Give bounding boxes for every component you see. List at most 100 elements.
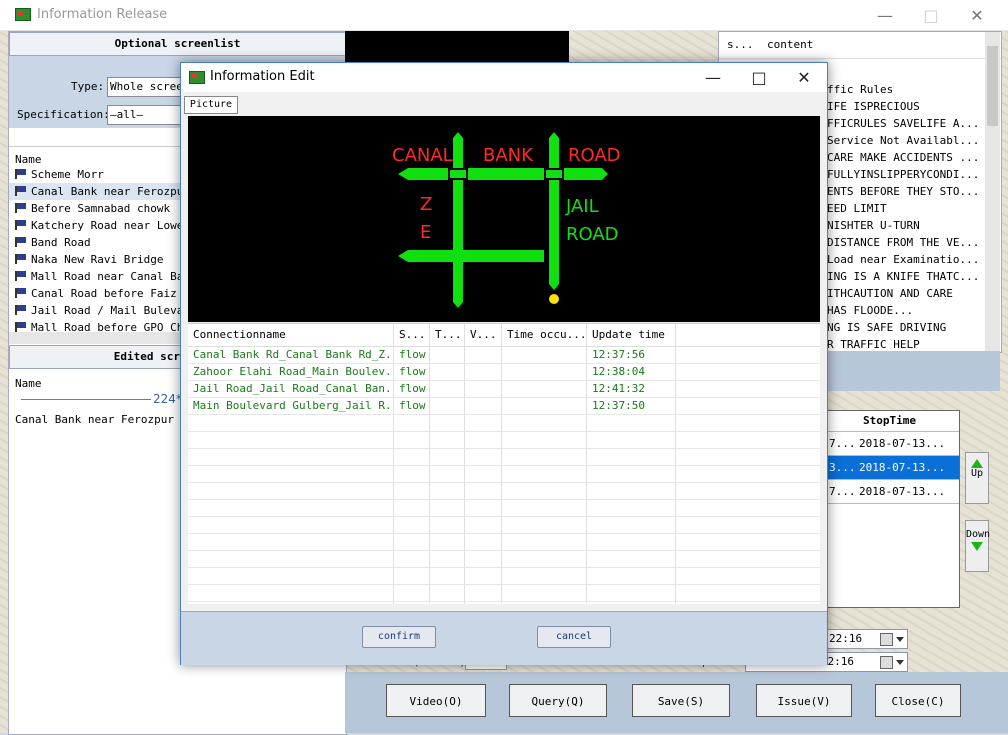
- table-cell: [430, 466, 465, 482]
- close-button[interactable]: Close(C): [875, 684, 961, 717]
- table-cell: Jail Road_Jail Road_Canal Ban...: [188, 381, 394, 397]
- table-row[interactable]: [188, 517, 820, 534]
- table-row[interactable]: Zahoor Elahi Road_Main Boulev... flow 12:3…: [188, 364, 820, 381]
- table-cell: [394, 415, 430, 431]
- table-row[interactable]: 7... 2018-07-13...: [827, 480, 959, 504]
- table-cell: [188, 483, 394, 499]
- table-row[interactable]: [188, 449, 820, 466]
- arrow-down-icon: [971, 542, 983, 551]
- table-row[interactable]: [188, 432, 820, 449]
- table-cell: 12:41:32: [587, 381, 676, 397]
- video-button[interactable]: Video(O): [386, 684, 486, 717]
- calendar-icon[interactable]: [880, 633, 893, 646]
- scroll-thumb[interactable]: [987, 46, 998, 126]
- table-row[interactable]: [188, 466, 820, 483]
- stop-time-header: StopTime: [863, 414, 916, 427]
- table-cell: [587, 568, 676, 584]
- table-row[interactable]: [188, 551, 820, 568]
- table-row[interactable]: [188, 602, 820, 604]
- table-cell: [430, 568, 465, 584]
- table-cell: [188, 602, 394, 604]
- table-row[interactable]: [188, 483, 820, 500]
- table-row[interactable]: [188, 585, 820, 602]
- table-cell: [430, 585, 465, 601]
- specification-select[interactable]: —all—: [107, 105, 191, 125]
- start-time-field[interactable]: 22:16: [826, 629, 908, 649]
- dialog-close-icon[interactable]: ✕: [781, 63, 827, 92]
- flag-icon: [15, 203, 26, 213]
- main-titlebar: Information Release — □ ✕: [0, 0, 1008, 31]
- minimize-icon[interactable]: —: [862, 0, 908, 30]
- table-row[interactable]: Jail Road_Jail Road_Canal Ban... flow 12:4…: [188, 381, 820, 398]
- chevron-down-icon[interactable]: [896, 660, 904, 665]
- move-up-button[interactable]: Up: [965, 452, 989, 504]
- type-select[interactable]: Whole screen: [107, 77, 191, 97]
- dialog-minimize-icon[interactable]: —: [690, 63, 736, 92]
- chevron-down-icon[interactable]: [896, 637, 904, 642]
- stop-time-header-row: StopTime: [827, 411, 959, 432]
- edited-name-header: Name: [15, 377, 42, 390]
- query-button[interactable]: Query(Q): [509, 684, 607, 717]
- table-cell: [587, 534, 676, 550]
- dialog-app-icon: [189, 71, 205, 84]
- table-cell: [188, 551, 394, 567]
- table-row[interactable]: [188, 568, 820, 585]
- table-cell: Main Boulevard Gulberg_Jail R...: [188, 398, 394, 414]
- table-row[interactable]: Canal Bank Rd_Canal Bank Rd_Z... flow 12:3…: [188, 347, 820, 364]
- dialog-maximize-icon[interactable]: □: [736, 63, 782, 92]
- table-cell: [430, 449, 465, 465]
- connection-rows: Canal Bank Rd_Canal Bank Rd_Z... flow 12:3…: [188, 347, 820, 604]
- flag-icon: [15, 322, 26, 332]
- table-cell: [502, 585, 587, 601]
- flag-icon: [15, 305, 26, 315]
- table-cell: [188, 534, 394, 550]
- edited-item[interactable]: Canal Bank near Ferozpur Ro: [15, 413, 194, 426]
- specification-label: Specification:: [17, 108, 110, 121]
- col-v[interactable]: V...: [465, 324, 502, 346]
- optional-screenlist-header: Optional screenlist: [9, 32, 346, 56]
- row-cell-left: 3...: [829, 461, 856, 474]
- flag-icon: [15, 271, 26, 281]
- issue-button[interactable]: Issue(V): [756, 684, 852, 717]
- col-t[interactable]: T...: [430, 324, 465, 346]
- table-row[interactable]: [188, 415, 820, 432]
- save-button[interactable]: Save(S): [632, 684, 730, 717]
- table-cell: [465, 585, 502, 601]
- col-connectionname[interactable]: Connectionname: [188, 324, 394, 346]
- confirm-button[interactable]: confirm: [362, 626, 436, 648]
- table-cell: [394, 534, 430, 550]
- table-row[interactable]: [188, 534, 820, 551]
- progress-line: [21, 399, 151, 400]
- intersection: [546, 170, 562, 178]
- table-cell: [430, 483, 465, 499]
- table-cell: flow: [394, 381, 430, 397]
- table-row-selected[interactable]: 3... 2018-07-13...: [827, 456, 959, 480]
- table-row[interactable]: Main Boulevard Gulberg_Jail R... flow 12:3…: [188, 398, 820, 415]
- flag-icon: [15, 169, 26, 179]
- table-row[interactable]: [188, 500, 820, 517]
- close-icon[interactable]: ✕: [954, 0, 1000, 30]
- col-time-occupied[interactable]: Time occu...: [502, 324, 587, 346]
- flag-icon: [15, 186, 26, 196]
- table-row[interactable]: 7... 2018-07-13...: [827, 432, 959, 456]
- vertical-scrollbar[interactable]: [985, 32, 1000, 352]
- table-cell: [394, 449, 430, 465]
- start-time-value: 22:16: [829, 632, 863, 645]
- maximize-icon[interactable]: □: [908, 0, 954, 30]
- main-window-title: Information Release: [37, 7, 168, 22]
- move-down-button[interactable]: Down: [965, 520, 990, 572]
- col-update-time[interactable]: Update time: [587, 324, 676, 346]
- col-s-header: s...: [727, 38, 754, 51]
- cancel-button[interactable]: cancel: [537, 626, 611, 648]
- table-cell: [465, 568, 502, 584]
- list-item-label: Canal Bank near Ferozpur: [31, 185, 190, 198]
- connection-table-header: Connectionname S... T... V... Time occu.…: [188, 324, 820, 347]
- table-cell: [502, 398, 587, 414]
- horizontal-scrollbar[interactable]: [9, 332, 181, 344]
- calendar-icon[interactable]: [880, 656, 893, 669]
- table-cell: [465, 466, 502, 482]
- row-cell-time: 2018-07-13...: [859, 461, 946, 474]
- col-s[interactable]: S...: [394, 324, 430, 346]
- table-cell: [502, 347, 587, 363]
- tab-picture[interactable]: Picture: [184, 96, 238, 114]
